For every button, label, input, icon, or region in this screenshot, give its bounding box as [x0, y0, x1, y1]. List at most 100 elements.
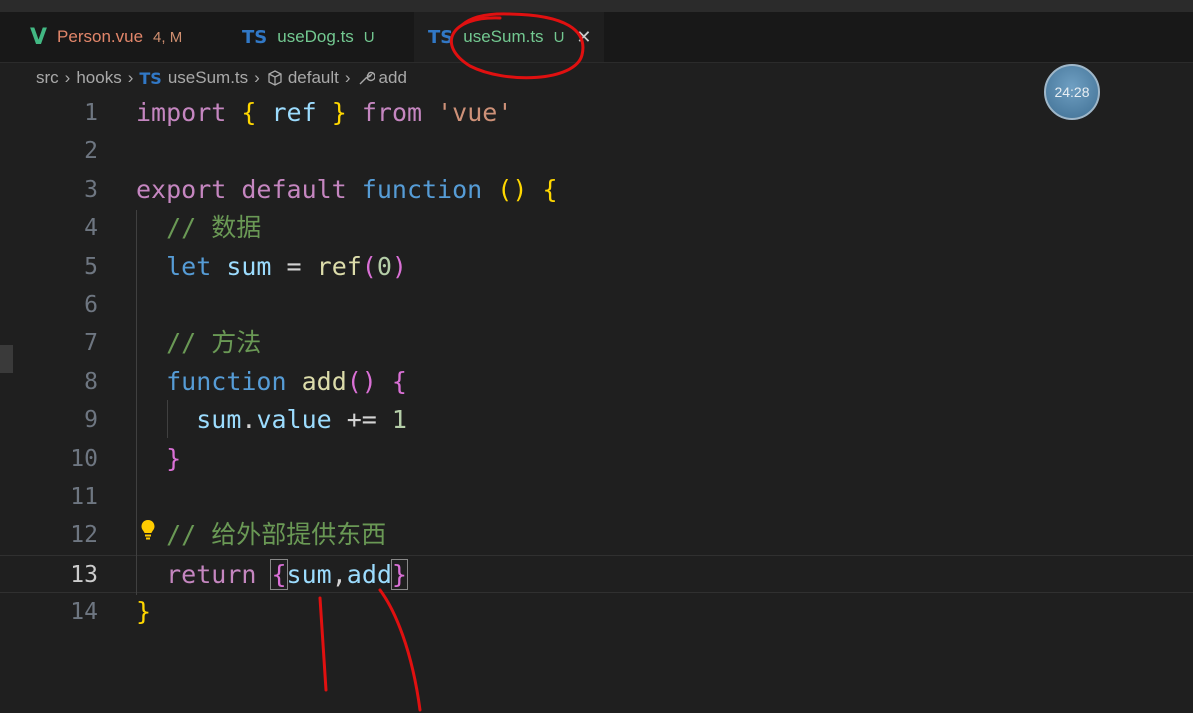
editor-tab-bar: V Person.vue 4, M TS useDog.ts U TS useS…	[0, 12, 1193, 63]
breadcrumb-item-default[interactable]: default	[288, 68, 339, 88]
code-text: }	[136, 440, 181, 478]
code-line[interactable]: 3 export default function () {	[0, 171, 1193, 209]
code-token: add	[346, 559, 392, 589]
ts-file-icon: TS	[428, 26, 454, 48]
code-line[interactable]: 5 let sum = ref(0)	[0, 248, 1193, 286]
breadcrumb-item-src[interactable]: src	[36, 68, 59, 88]
indent-guide	[136, 210, 137, 595]
chevron-right-icon: ›	[254, 68, 260, 87]
code-line[interactable]: 14}	[0, 593, 1193, 631]
line-number: 6	[84, 292, 98, 318]
code-text: // 数据	[136, 209, 261, 247]
code-line[interactable]: 6	[0, 286, 1193, 324]
lightbulb-icon[interactable]	[139, 518, 157, 542]
wrench-icon	[357, 69, 375, 87]
ts-file-icon: TS	[242, 26, 268, 48]
code-line[interactable]: 1 import { ref } from 'vue'	[0, 94, 1193, 132]
code-token: ref	[271, 98, 317, 127]
code-line[interactable]: 4 // 数据	[0, 209, 1193, 247]
code-line[interactable]: 13 return {sum,add}	[0, 554, 1193, 594]
line-number: 13	[70, 561, 98, 588]
code-token: default	[241, 174, 347, 204]
line-number: 5	[84, 253, 98, 280]
code-token: (	[361, 251, 377, 281]
code-token: ref	[316, 251, 362, 281]
tab-label: useDog.ts	[277, 27, 354, 46]
code-token: 0	[376, 251, 392, 281]
code-token: add	[301, 366, 347, 396]
tab-label: Person.vue	[57, 27, 144, 46]
code-text: // 给外部提供东西	[136, 516, 386, 554]
code-token: +=	[331, 405, 392, 435]
code-token: sum	[226, 251, 272, 281]
indent-guide	[167, 400, 168, 438]
line-number: 10	[70, 445, 98, 472]
code-text: // 方法	[136, 324, 261, 362]
code-text: import { ref } from 'vue'	[136, 94, 512, 132]
breadcrumb-item-file[interactable]: useSum.ts	[168, 68, 248, 88]
ts-file-icon: TS	[139, 68, 162, 88]
code-token: // 给外部提供东西	[136, 520, 387, 550]
tab-label: useSum.ts	[463, 27, 544, 46]
window-top-strip	[0, 0, 1193, 12]
line-number: 2	[84, 138, 98, 165]
tab-usesum-ts[interactable]: TS useSum.ts U ✕	[414, 12, 604, 62]
code-token: }	[136, 597, 152, 627]
code-text: sum.value += 1	[136, 401, 407, 439]
code-token: =	[271, 251, 317, 281]
code-text: export default function () {	[136, 171, 558, 209]
breadcrumb-item-hooks[interactable]: hooks	[76, 68, 121, 88]
code-token: }	[390, 558, 408, 590]
tab-status: U	[553, 28, 565, 46]
code-token: value	[256, 405, 332, 435]
breadcrumb-item-add[interactable]: add	[379, 68, 407, 88]
code-line[interactable]: 2	[0, 132, 1193, 170]
tab-status: 4, M	[153, 28, 183, 46]
code-line[interactable]: 7 // 方法	[0, 324, 1193, 362]
code-text: return {sum,add}	[136, 556, 408, 594]
code-token: sum	[286, 559, 332, 589]
line-number: 1	[84, 100, 98, 126]
code-token: from	[361, 98, 423, 127]
code-token: return	[166, 559, 257, 589]
tab-person-vue[interactable]: V Person.vue 4, M	[0, 12, 228, 62]
tab-usedog-ts[interactable]: TS useDog.ts U	[228, 12, 414, 62]
code-token: function	[166, 366, 287, 396]
code-text: let sum = ref(0)	[136, 248, 407, 286]
code-line[interactable]: 11	[0, 478, 1193, 516]
code-line[interactable]: 8 function add() {	[0, 363, 1193, 401]
code-token: }	[166, 443, 182, 473]
code-token: import	[136, 98, 227, 127]
chevron-right-icon: ›	[127, 68, 134, 87]
code-line[interactable]: 10 }	[0, 440, 1193, 478]
code-line[interactable]: 9 sum.value += 1	[0, 401, 1193, 439]
line-number: 9	[84, 407, 98, 434]
code-token: {	[542, 174, 558, 204]
code-token: {	[391, 366, 407, 396]
line-number: 14	[70, 599, 98, 626]
close-icon[interactable]: ✕	[576, 27, 591, 48]
breadcrumb: src › hooks › TS useSum.ts › default › a…	[36, 64, 407, 92]
tab-status: U	[363, 28, 375, 46]
line-number: 4	[84, 215, 98, 242]
code-token: )	[391, 251, 407, 281]
code-token: ()	[346, 366, 377, 396]
code-token: {	[241, 98, 257, 127]
cube-icon	[266, 69, 284, 87]
code-line[interactable]: 12 // 给外部提供东西	[0, 516, 1193, 554]
code-token: export	[136, 174, 227, 204]
code-token: sum	[196, 405, 242, 435]
line-number: 3	[84, 176, 98, 203]
code-token: function	[361, 174, 483, 204]
